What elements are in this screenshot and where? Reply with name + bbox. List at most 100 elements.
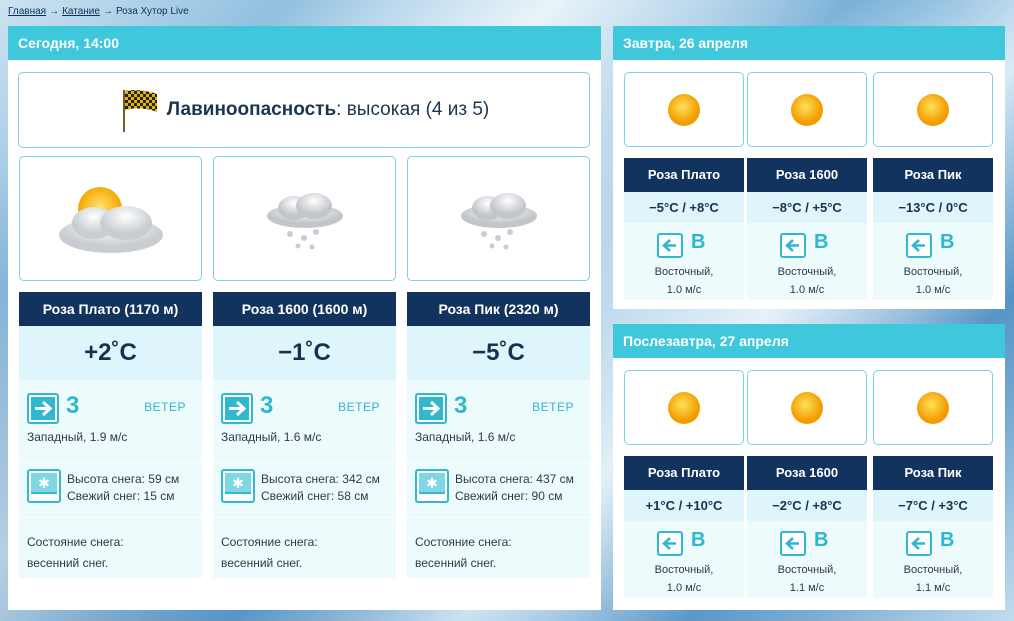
sun-icon (668, 93, 700, 126)
avalanche-risk-box: Лавиноопасность: высокая (4 из 5) (18, 72, 590, 148)
station-name: Роза 1600 (747, 456, 867, 490)
wind-speed-value: 3 (66, 392, 80, 419)
station-name: Роза Плато (624, 456, 744, 490)
fresh-snow: Свежий снег: 15 см (67, 489, 175, 503)
wind-row: В Восточный, 1.0 м/с (747, 223, 867, 300)
sun-icon (668, 391, 700, 424)
snow-cloud-icon (460, 192, 537, 249)
snowflake-icon: ✱ (415, 469, 449, 503)
wind-description: Западный, 1.9 м/с (27, 430, 128, 444)
wind-direction-icon (221, 393, 253, 424)
wind-label: ВЕТЕР (144, 400, 186, 414)
breadcrumb: Главная → Катание → Роза Хутор Live (8, 6, 189, 17)
forecast-column: Роза 1600 −2°C / +8°C В Восточный, 1.1 м/… (747, 370, 867, 598)
wind-direction-letter: В (691, 231, 706, 253)
wind-speed-value: 3 (260, 392, 274, 419)
sun-icon (791, 391, 823, 424)
breadcrumb-section-link[interactable]: Катание (62, 6, 100, 17)
station-temperature: −1˚C (213, 326, 396, 397)
avalanche-value: : высокая (4 из 5) (336, 99, 490, 120)
sun-icon (917, 93, 949, 126)
wind-description: Восточный, (654, 266, 714, 278)
wind-speed: 1.0 м/с (915, 284, 951, 296)
station-column: Роза Плато (1170 м) +2˚C 3 ВЕТЕР Западны… (19, 156, 202, 578)
checkered-flag-icon (122, 90, 157, 132)
wind-row: 3 ВЕТЕР Западный, 1.6 м/с (407, 380, 590, 462)
snowflake-icon: ✱ (27, 469, 61, 503)
wind-speed: 1.1 м/с (915, 582, 951, 594)
weather-image-box (624, 72, 744, 147)
wind-direction-icon (906, 233, 932, 258)
wind-description: Восточный, (777, 266, 837, 278)
snow-row: ✱ Высота снега: 342 см Свежий снег: 58 см (213, 463, 396, 517)
today-panel: Сегодня, 14:00 Лавиноопасность: высокая … (8, 26, 601, 610)
temperature-value: +2˚C (84, 339, 137, 366)
snow-condition-value: весенний снег. (221, 556, 303, 570)
day-after-panel: Послезавтра, 27 апреля Роза Плато +1°C /… (613, 324, 1005, 610)
breadcrumb-home-link[interactable]: Главная (8, 6, 46, 17)
temperature-value: −1˚C (278, 339, 331, 366)
temperature-range: −8°C / +5°C (747, 192, 867, 223)
fresh-snow: Свежий снег: 58 см (261, 489, 369, 503)
wind-row: В Восточный, 1.0 м/с (624, 223, 744, 300)
wind-label: ВЕТЕР (338, 400, 380, 414)
snow-height: Высота снега: 437 см (455, 472, 574, 486)
breadcrumb-separator: → (49, 6, 60, 17)
snow-condition-label: Состояние снега: (415, 535, 512, 549)
wind-label: ВЕТЕР (532, 400, 574, 414)
wind-description: Западный, 1.6 м/с (221, 430, 322, 444)
forecast-column: Роза Плато +1°C / +10°C В Восточный, 1.0 … (624, 370, 744, 598)
day-after-panel-title: Послезавтра, 27 апреля (613, 324, 1005, 358)
wind-speed: 1.0 м/с (666, 582, 702, 594)
fresh-snow: Свежий снег: 90 см (455, 489, 563, 503)
weather-image-box (747, 370, 867, 445)
wind-row: В Восточный, 1.1 м/с (873, 521, 993, 598)
weather-image-box (213, 156, 396, 281)
wind-direction-icon (906, 531, 932, 556)
snow-height: Высота снега: 59 см (67, 472, 180, 486)
today-panel-title: Сегодня, 14:00 (8, 26, 601, 60)
wind-speed: 1.0 м/с (666, 284, 702, 296)
snow-condition-row: Состояние снега: весенний снег. (407, 518, 590, 578)
wind-direction-icon (657, 531, 683, 556)
temperature-range: −2°C / +8°C (747, 490, 867, 521)
snow-row: ✱ Высота снега: 59 см Свежий снег: 15 см (19, 463, 202, 517)
wind-description: Восточный, (903, 564, 963, 576)
snow-height: Высота снега: 342 см (261, 472, 380, 486)
station-name: Роза Плато (1170 м) (19, 292, 202, 326)
wind-direction-letter: В (691, 529, 706, 551)
temperature-range: +1°C / +10°C (624, 490, 744, 521)
station-column: Роза Пик (2320 м) −5˚C 3 ВЕТЕР Западный,… (407, 156, 590, 578)
weather-image-box (747, 72, 867, 147)
wind-row: В Восточный, 1.0 м/с (624, 521, 744, 598)
station-name: Роза Пик (2320 м) (407, 292, 590, 326)
sun-icon (791, 93, 823, 126)
snow-row: ✱ Высота снега: 437 см Свежий снег: 90 см (407, 463, 590, 517)
wind-speed-value: 3 (454, 392, 468, 419)
weather-image-box (407, 156, 590, 281)
wind-direction-icon (780, 233, 806, 258)
station-temperature: +2˚C (19, 326, 202, 397)
forecast-column: Роза Плато −5°C / +8°C В Восточный, 1.0 м… (624, 72, 744, 300)
snow-condition-label: Состояние снега: (221, 535, 318, 549)
tomorrow-panel: Завтра, 26 апреля Роза Плато −5°C / +8°C… (613, 26, 1005, 309)
wind-description: Восточный, (654, 564, 714, 576)
station-column: Роза 1600 (1600 м) −1˚C 3 ВЕТЕР Западный… (213, 156, 396, 578)
wind-direction-letter: В (940, 231, 955, 253)
station-name: Роза Пик (873, 158, 993, 192)
wind-direction-icon (657, 233, 683, 258)
station-name: Роза 1600 (1600 м) (213, 292, 396, 326)
station-name: Роза Плато (624, 158, 744, 192)
snow-condition-value: весенний снег. (415, 556, 497, 570)
wind-direction-letter: В (814, 231, 829, 253)
wind-direction-icon (27, 393, 59, 424)
snow-condition-row: Состояние снега: весенний снег. (213, 518, 396, 578)
temperature-range: −5°C / +8°C (624, 192, 744, 223)
weather-image-box (19, 156, 202, 281)
snowflake-icon: ✱ (221, 469, 255, 503)
temperature-value: −5˚C (472, 339, 525, 366)
breadcrumb-current: Роза Хутор Live (115, 6, 189, 17)
snow-cloud-icon (266, 192, 343, 249)
wind-direction-letter: В (940, 529, 955, 551)
station-name: Роза 1600 (747, 158, 867, 192)
